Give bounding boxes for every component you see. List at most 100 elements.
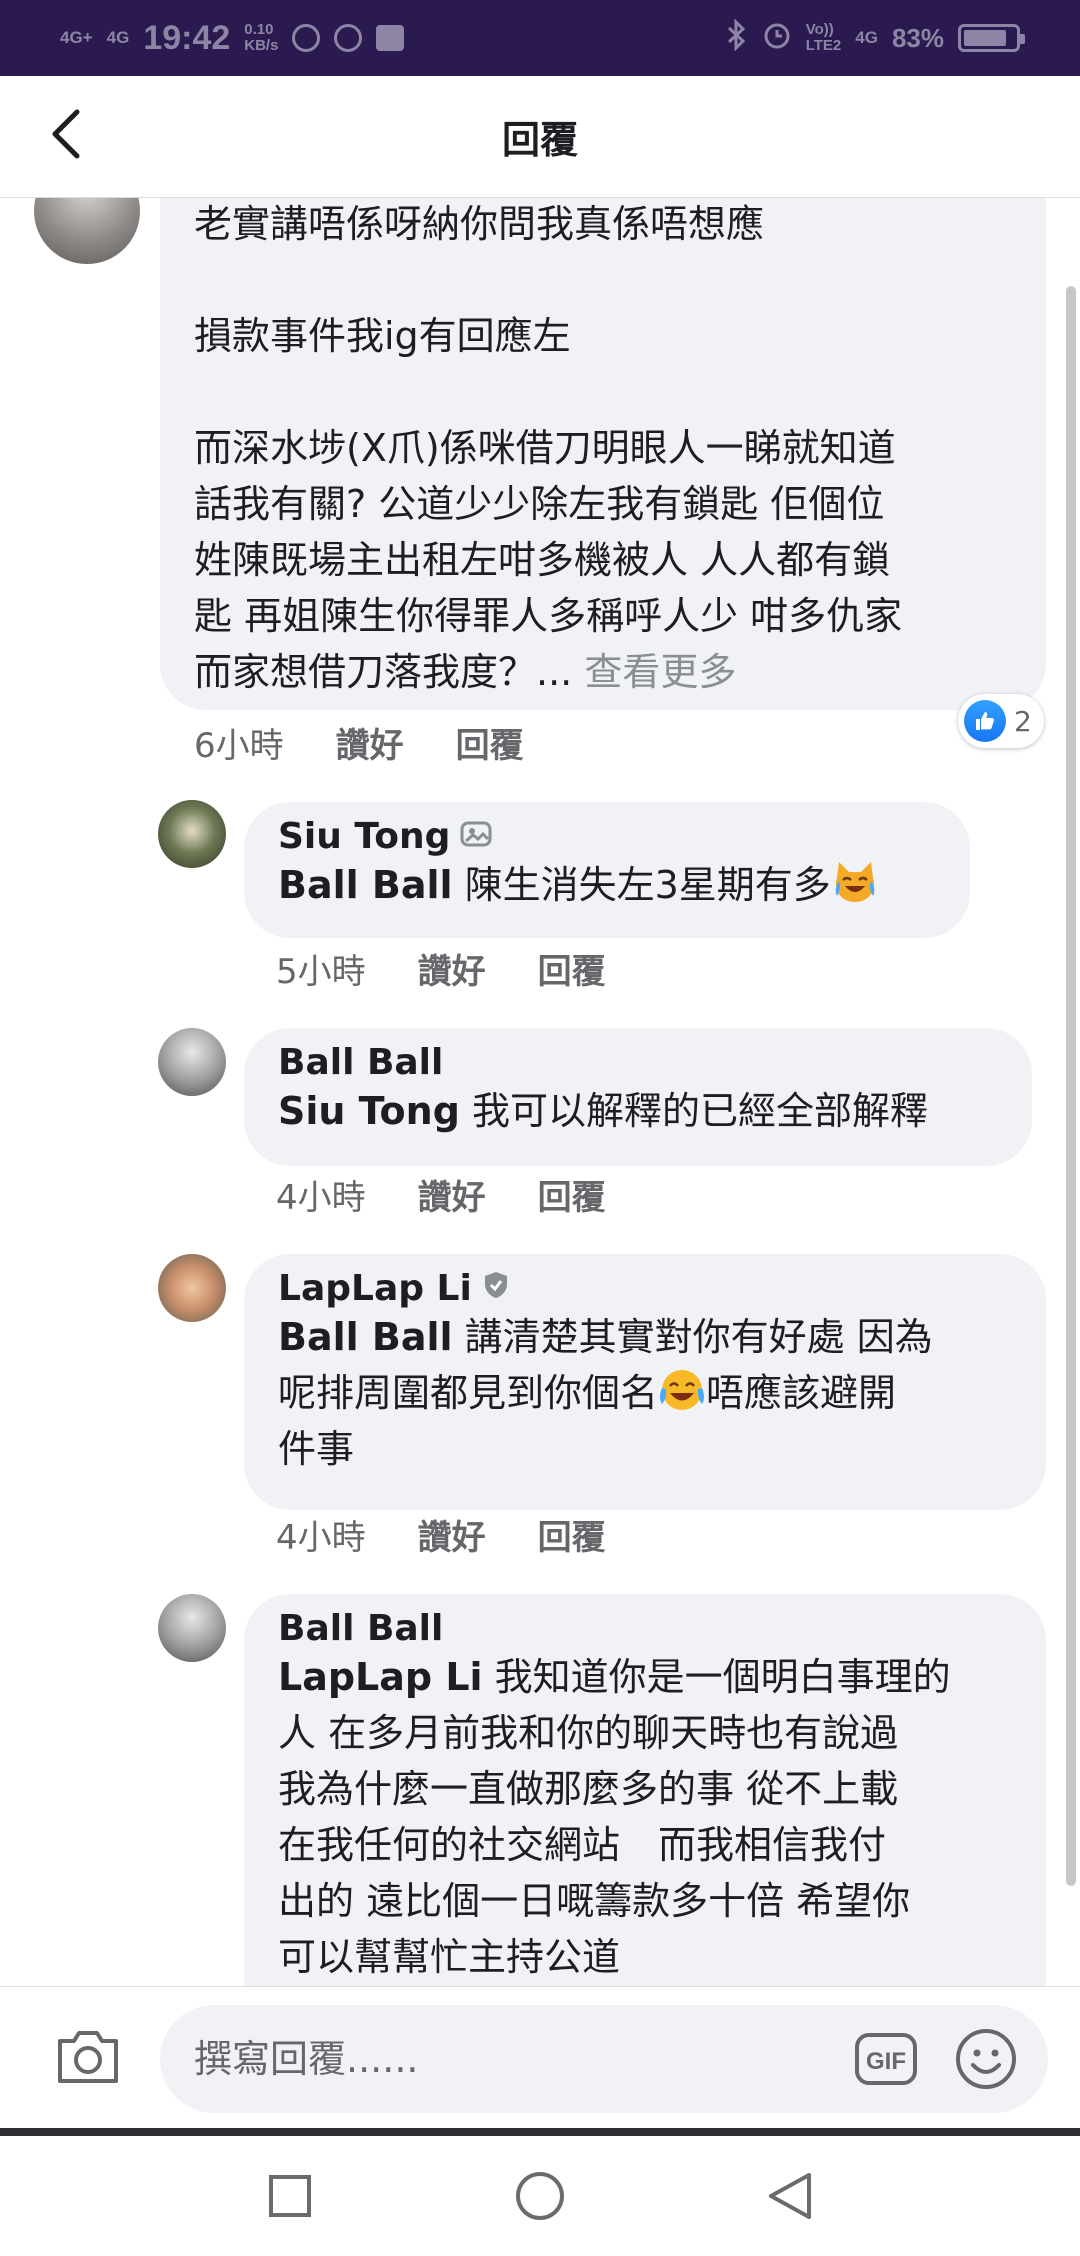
back-button[interactable] [36, 104, 96, 164]
comment-text: Ball Ball 講清楚其實對你有好處 因為 呢排周圍都見到你個名 唔應該避開 … [278, 1309, 1012, 1477]
header: 回覆 [0, 76, 1080, 198]
comment-author[interactable]: LapLap Li [278, 1268, 1012, 1309]
comment-author[interactable]: Ball Ball [278, 1042, 998, 1083]
triangle-back-icon [769, 2173, 811, 2219]
comment-actions: 6小時 讚好 回覆 [194, 718, 524, 767]
avatar[interactable] [158, 800, 226, 868]
comment-line: 出的 遠比個一日嘅籌款多十倍 希望你 [278, 1879, 911, 1923]
comment-time[interactable]: 6小時 [194, 718, 284, 767]
mention-link[interactable]: Ball Ball [278, 863, 453, 907]
comment-author-name[interactable]: Ball Ball [278, 1608, 443, 1649]
gif-button[interactable]: GIF [854, 2029, 918, 2089]
reply-button[interactable]: 回覆 [538, 1510, 606, 1559]
comment-body: 呢排周圍都見到你個名 [278, 1371, 659, 1415]
whatsapp-icon [334, 24, 363, 52]
scrollbar[interactable] [1066, 286, 1076, 1886]
comment-time[interactable]: 4小時 [276, 1170, 366, 1219]
reaction-count[interactable]: 2 [958, 694, 1044, 748]
status-bar: 4G+ 4G 19:42 0.10 KB/s Vo)) LTE2 4G 83% [0, 0, 1080, 76]
comment-body: 我知道你是一個明白事理的 [482, 1655, 951, 1699]
crying-laughing-cat-emoji-icon [835, 862, 875, 902]
comment-line: 可以幫幫忙主持公道 [278, 1935, 621, 1979]
recents-button[interactable] [265, 2171, 315, 2221]
comment-body: 講清楚其實對你有好處 因為 [452, 1315, 933, 1359]
comment-author[interactable]: Ball Ball [278, 1608, 1012, 1649]
avatar[interactable] [34, 198, 140, 264]
back-nav-button[interactable] [765, 2171, 815, 2221]
comment-actions: 4小時 讚好 回覆 [276, 1510, 606, 1559]
clock: 19:42 [143, 18, 231, 57]
comment-bubble: LapLap Li Ball Ball 講清楚其實對你有好處 因為 呢排周圍都見… [244, 1254, 1046, 1510]
reply-button[interactable]: 回覆 [538, 944, 606, 993]
comment-body: 我可以解釋的已經全部解釋 [459, 1089, 929, 1133]
thumbs-up-icon [964, 700, 1006, 742]
volte-label: Vo)) [805, 21, 834, 38]
avatar[interactable] [158, 1028, 226, 1096]
battery-percent: 83% [891, 22, 944, 53]
image-badge-icon [460, 816, 494, 857]
comment-thread[interactable]: 老實講唔係呀納你問我真係唔想應 損款事件我ig有回應左 而深水埗(X爪)係咪借刀… [0, 198, 1080, 1986]
home-button[interactable] [515, 2171, 565, 2221]
network-speed-unit: KB/s [244, 37, 279, 54]
comment-line: 姓陳既場主出租左咁多機被人 人人都有鎖 [194, 538, 891, 582]
comment-author-name[interactable]: LapLap Li [278, 1268, 472, 1309]
emoji-button[interactable] [954, 2027, 1018, 2091]
comment-bubble: Siu Tong Ball Ball 陳生消失左3星期有多 [244, 802, 970, 938]
comment-author-name[interactable]: Ball Ball [278, 1042, 443, 1083]
reply-button[interactable]: 回覆 [456, 718, 524, 767]
signal-1-label: 4G+ [60, 28, 93, 47]
comment-body: 陳生消失左3星期有多 [452, 863, 831, 907]
tears-of-joy-emoji-icon [660, 1370, 705, 1410]
signal-2-label: 4G [106, 28, 130, 47]
mention-link[interactable]: Ball Ball [278, 1315, 453, 1359]
gif-label: GIF [866, 2048, 906, 2075]
comment-text: Ball Ball 陳生消失左3星期有多 [278, 857, 936, 913]
comment-time[interactable]: 4小時 [276, 1510, 366, 1559]
comment-actions: 5小時 讚好 回覆 [276, 944, 606, 993]
circle-icon [516, 2172, 564, 2220]
battery-icon [958, 24, 1025, 52]
smiley-icon [956, 2029, 1016, 2089]
signal-3-label: 4G [855, 28, 878, 47]
square-icon [269, 2175, 311, 2217]
comment-line: 在我任何的社交網站 而我相信我付 [278, 1823, 887, 1867]
comment-body: 唔應該避開 [706, 1371, 897, 1415]
reaction-count-label: 2 [1014, 704, 1032, 738]
reply-button[interactable]: 回覆 [538, 1170, 606, 1219]
like-button[interactable]: 讚好 [336, 718, 404, 767]
comment-author[interactable]: Siu Tong [278, 816, 936, 857]
comment-bubble: 老實講唔係呀納你問我真係唔想應 損款事件我ig有回應左 而深水埗(X爪)係咪借刀… [160, 198, 1046, 710]
comment-line: 話我有關? 公道少少除左我有鎖匙 佢個位 [194, 482, 885, 526]
comment-body: 件事 [278, 1427, 355, 1471]
comment-line: 而深水埗(X爪)係咪借刀明眼人一睇就知道 [194, 426, 896, 470]
shopping-bag-icon [376, 25, 405, 51]
comment-text: 老實講唔係呀納你問我真係唔想應 損款事件我ig有回應左 而深水埗(X爪)係咪借刀… [194, 198, 1012, 700]
system-nav-bar [0, 2128, 1080, 2256]
camera-button[interactable] [54, 2027, 122, 2087]
bluetooth-icon [726, 17, 748, 58]
comment-author-name[interactable]: Siu Tong [278, 816, 450, 857]
chevron-left-icon [52, 109, 80, 159]
avatar[interactable] [158, 1254, 226, 1322]
comment-line: 而家想借刀落我度？... [194, 650, 573, 694]
comment-line: 損款事件我ig有回應左 [194, 314, 571, 358]
volte-indicator: Vo)) LTE2 [806, 22, 842, 54]
alarm-icon [762, 20, 792, 57]
mention-link[interactable]: Siu Tong [278, 1089, 460, 1133]
avatar[interactable] [158, 1594, 226, 1662]
see-more-link[interactable]: 查看更多 [584, 650, 736, 694]
shield-badge-icon [482, 1268, 510, 1309]
whatsapp-icon [292, 24, 321, 52]
page-title: 回覆 [501, 118, 578, 162]
comment-line: 人 在多月前我和你的聊天時也有說過 [278, 1711, 899, 1755]
like-button[interactable]: 讚好 [418, 944, 486, 993]
like-button[interactable]: 讚好 [418, 1170, 486, 1219]
mention-link[interactable]: LapLap Li [278, 1655, 483, 1699]
like-button[interactable]: 讚好 [418, 1510, 486, 1559]
comment-line: 我為什麼一直做那麼多的事 從不上載 [278, 1767, 899, 1811]
comment-time[interactable]: 5小時 [276, 944, 366, 993]
comment-text: Siu Tong 我可以解釋的已經全部解釋 [278, 1083, 998, 1139]
comment-line: 匙 再姐陳生你得罪人多稱呼人少 咁多仇家 [194, 594, 903, 638]
comment-actions: 4小時 讚好 回覆 [276, 1170, 606, 1219]
reply-composer: GIF [0, 1986, 1080, 2128]
